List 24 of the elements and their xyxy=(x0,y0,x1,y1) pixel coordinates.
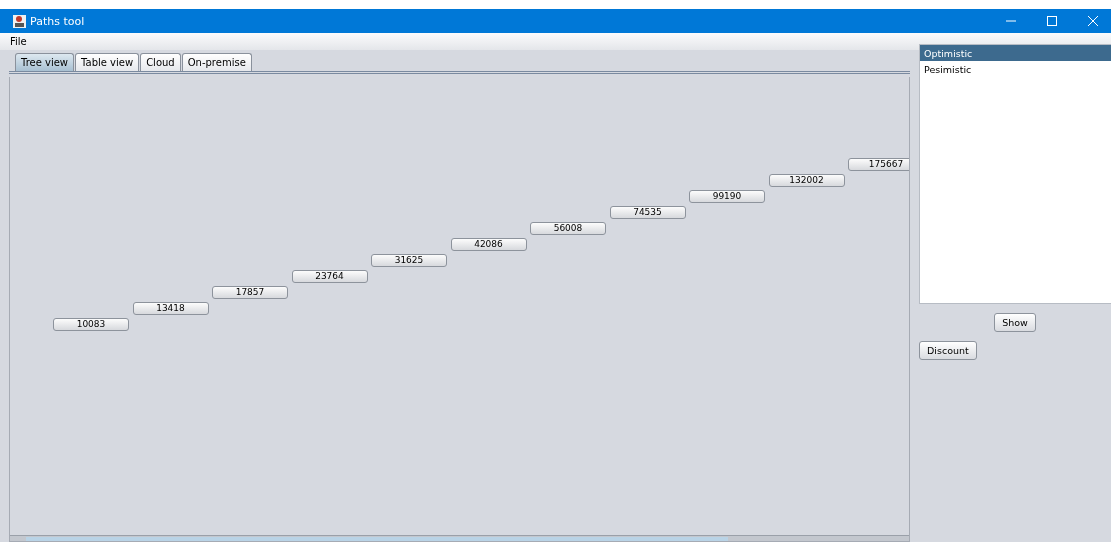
tree-node[interactable]: 74535 xyxy=(609,206,686,219)
app-icon xyxy=(13,14,26,28)
list-item[interactable]: Pesimistic xyxy=(920,61,1111,77)
show-button[interactable]: Show xyxy=(994,313,1036,332)
tree-node[interactable]: 42086 xyxy=(450,238,527,251)
tree-node[interactable]: 17857 xyxy=(212,286,288,299)
tree-node[interactable]: 56008 xyxy=(530,222,606,235)
tab[interactable]: Cloud xyxy=(140,53,181,71)
tree-node[interactable]: 132002 xyxy=(768,174,845,187)
close-icon xyxy=(1087,16,1098,26)
list-item[interactable]: Optimistic xyxy=(920,45,1111,61)
tree-node[interactable]: 175667 xyxy=(848,158,909,171)
tab[interactable]: Tree view xyxy=(15,53,75,71)
tree-node[interactable]: 13418 xyxy=(132,302,209,315)
tree-node[interactable]: 31625 xyxy=(371,254,447,267)
maximize-icon xyxy=(1046,16,1057,26)
tree-node[interactable]: 99190 xyxy=(689,190,765,203)
tab[interactable]: Table view xyxy=(75,53,140,71)
tab[interactable]: On-premise xyxy=(181,53,252,71)
discount-button[interactable]: Discount xyxy=(919,341,977,360)
window-title: Paths tool xyxy=(30,14,86,28)
tree-node[interactable]: 23764 xyxy=(291,270,368,283)
tree-node[interactable]: 10083 xyxy=(53,318,129,331)
menu-item[interactable]: File xyxy=(10,36,27,47)
